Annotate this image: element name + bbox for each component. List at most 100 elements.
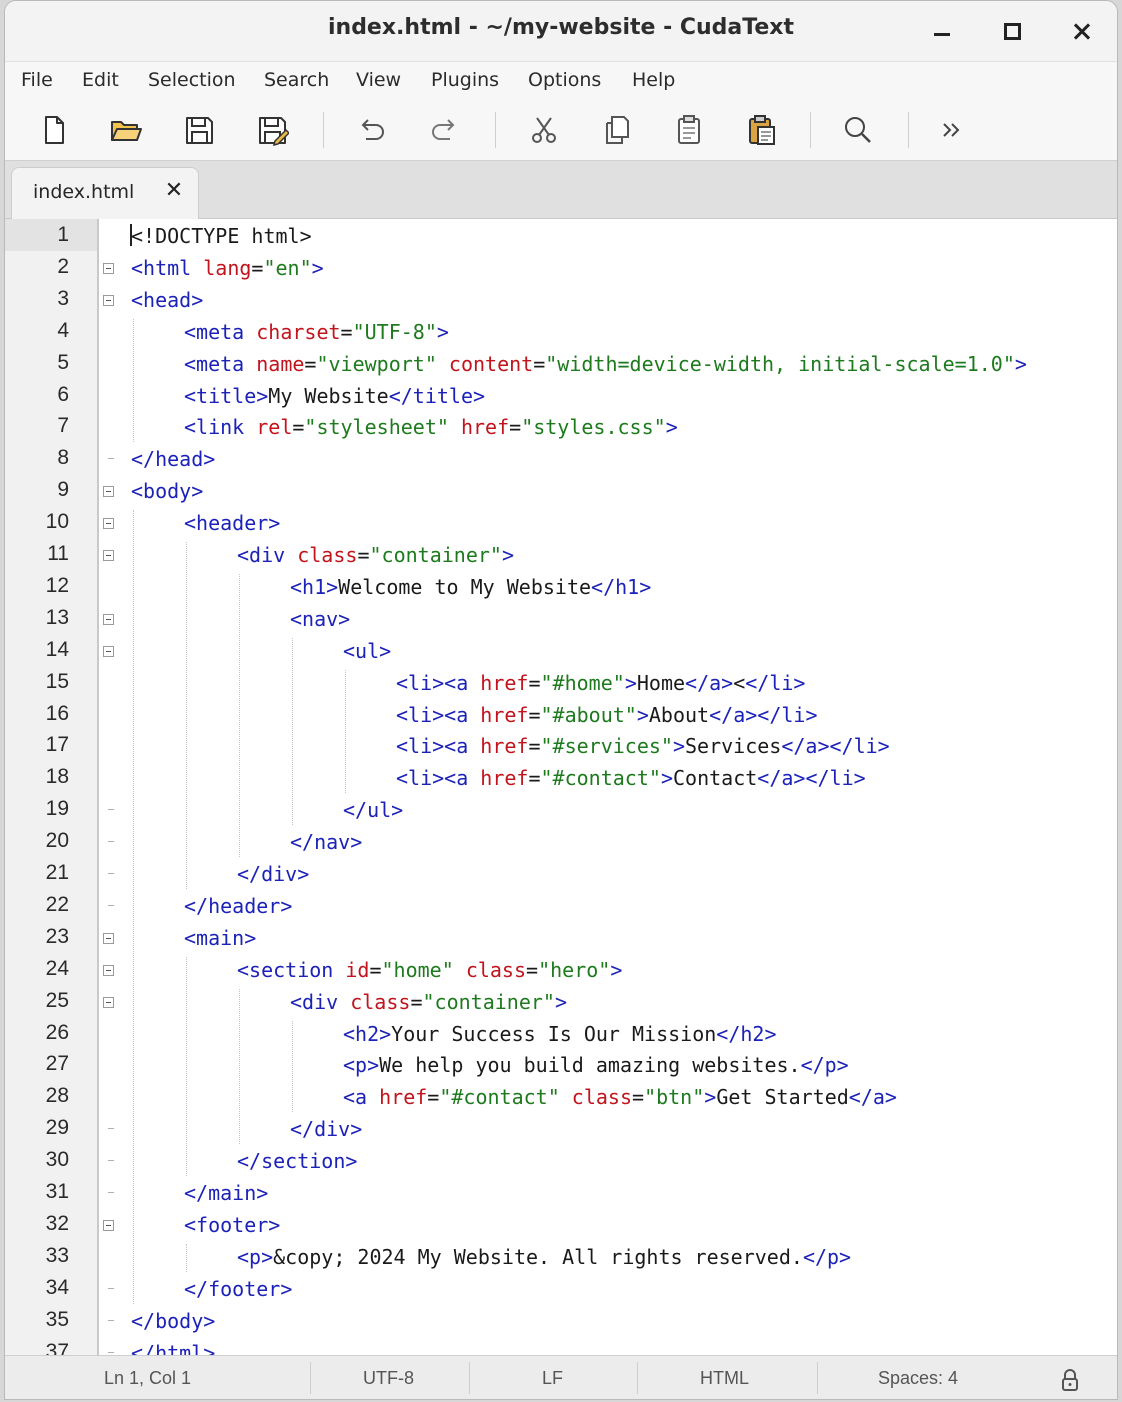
paste-icon[interactable] [672,113,706,147]
code-token: </ul> [343,798,404,823]
fold-toggle-icon[interactable] [103,550,114,561]
code-line[interactable]: 20 </nav> [5,827,1117,857]
more-icon[interactable] [935,113,969,147]
code-editor[interactable]: 1 <!DOCTYPE html> 2 <html lang="en"> 3 <head>… [5,219,1117,1365]
menu-search[interactable]: Search [264,69,329,91]
menu-view[interactable]: View [356,69,401,91]
tab-index-html[interactable]: index.html ✕ [11,167,199,219]
code-line[interactable]: 31 </main> [5,1178,1117,1208]
code-line[interactable]: 18 <li><a href="#contact">Contact</a></li… [5,763,1117,793]
fold-toggle-icon[interactable] [103,486,114,498]
code-line[interactable]: 33 <p>&copy; 2024 My Website. All rights … [5,1242,1117,1272]
code-line[interactable]: 24 <section id="home" class="hero"> [5,955,1117,985]
code-line[interactable]: 7 <link rel="stylesheet" href="styles.css… [5,412,1117,442]
fold-end-marker [108,1351,114,1353]
maximize-button[interactable] [992,11,1032,51]
status-indentation[interactable]: Spaces: 4 [878,1368,958,1389]
code-line[interactable]: 26 <h2>Your Success Is Our Mission</h2> [5,1019,1117,1049]
menu-help[interactable]: Help [632,69,675,91]
title-bar[interactable]: index.html - ~/my-website - CudaText [5,1,1117,61]
code-token: "container" [422,989,555,1014]
cut-icon[interactable] [527,113,561,147]
code-token: <li><a [396,702,481,727]
code-line[interactable]: 23 <main> [5,923,1117,953]
code-line[interactable]: 10 <header> [5,508,1117,538]
code-line[interactable]: 22 </header> [5,891,1117,921]
code-token: "#contact" [439,1085,572,1110]
code-line[interactable]: 21 </div> [5,859,1117,889]
line-number: 12 [45,573,69,597]
code-line[interactable]: 17 <li><a href="#services">Services</a></… [5,731,1117,761]
tab-close-icon[interactable]: ✕ [162,178,186,204]
lock-icon[interactable] [1060,1368,1080,1392]
code-line[interactable]: 19 </ul> [5,795,1117,825]
code-token: <main> [184,925,257,950]
code-text: <li><a href="#services">Services</a></li… [396,733,890,759]
code-line[interactable]: 29 </div> [5,1114,1117,1144]
code-line[interactable]: 12 <h1>Welcome to My Website</h1> [5,572,1117,602]
code-line[interactable]: 35 </body> [5,1306,1117,1336]
fold-toggle-icon[interactable] [103,932,114,944]
code-line[interactable]: 5 <meta name="viewport" content="width=de… [5,349,1117,379]
search-icon[interactable] [841,113,875,147]
code-line[interactable]: 30 </section> [5,1146,1117,1176]
minimize-button[interactable] [921,11,961,51]
menu-plugins[interactable]: Plugins [431,69,499,91]
code-line[interactable]: 16 <li><a href="#about">About</a></li> [5,700,1117,730]
fold-toggle-icon[interactable] [103,964,114,976]
paste-special-icon[interactable] [744,113,778,147]
code-text: <ul> [343,638,391,664]
code-text: </header> [184,893,292,919]
redo-icon[interactable] [427,113,461,147]
status-encoding[interactable]: UTF-8 [363,1368,414,1389]
fold-toggle-icon[interactable] [103,1219,114,1231]
code-token: </a></li> [757,766,866,791]
undo-icon[interactable] [355,113,389,147]
code-line[interactable]: 2 <html lang="en"> [5,253,1117,283]
save-icon[interactable] [182,113,216,147]
status-cursor-position[interactable]: Ln 1, Col 1 [104,1368,191,1389]
code-line[interactable]: 25 <div class="container"> [5,987,1117,1017]
code-token: <title> [184,383,269,408]
line-number: 22 [45,892,69,916]
status-separator [469,1362,470,1394]
code-line[interactable]: 28 <a href="#contact" class="btn">Get Sta… [5,1082,1117,1112]
code-line[interactable]: 3 <head> [5,285,1117,315]
code-line[interactable]: 11 <div class="container"> [5,540,1117,570]
status-language[interactable]: HTML [700,1368,749,1389]
code-token: </p> [800,1053,849,1078]
code-token: = [632,1085,645,1110]
new-file-icon[interactable] [37,113,71,147]
code-line[interactable]: 32 <footer> [5,1210,1117,1240]
open-folder-icon[interactable] [109,113,143,147]
fold-toggle-icon[interactable] [103,996,114,1008]
close-window-button[interactable] [1062,11,1102,51]
fold-toggle-icon[interactable] [103,294,114,306]
code-line[interactable]: 6 <title>My Website</title> [5,381,1117,411]
menu-selection[interactable]: Selection [148,69,236,91]
menu-file[interactable]: File [21,69,53,91]
code-text: <li><a href="#home">Home</a><</li> [396,670,805,696]
fold-end-marker [108,1160,114,1162]
fold-toggle-icon[interactable] [103,262,114,274]
code-line[interactable]: 9 <body> [5,476,1117,506]
menu-edit[interactable]: Edit [82,69,119,91]
code-line[interactable]: 27 <p>We help you build amazing websites.… [5,1050,1117,1080]
code-line[interactable]: 15 <li><a href="#home">Home</a><</li> [5,668,1117,698]
code-line[interactable]: 8 </head> [5,444,1117,474]
copy-icon[interactable] [600,113,634,147]
code-line[interactable]: 34 </footer> [5,1274,1117,1304]
line-number: 1 [57,223,69,246]
code-line[interactable]: 14 <ul> [5,636,1117,666]
code-line[interactable]: 1 <!DOCTYPE html> [5,221,1117,251]
code-line[interactable]: 13 <nav> [5,604,1117,634]
code-line[interactable]: 4 <meta charset="UTF-8"> [5,317,1117,347]
code-text: <body> [131,478,203,504]
fold-toggle-icon[interactable] [103,645,114,657]
fold-toggle-icon[interactable] [103,518,114,530]
menu-options[interactable]: Options [528,69,601,91]
code-text: <!DOCTYPE html> [131,223,312,249]
save-as-icon[interactable] [255,113,289,147]
fold-toggle-icon[interactable] [103,613,114,625]
status-line-ending[interactable]: LF [542,1368,563,1389]
